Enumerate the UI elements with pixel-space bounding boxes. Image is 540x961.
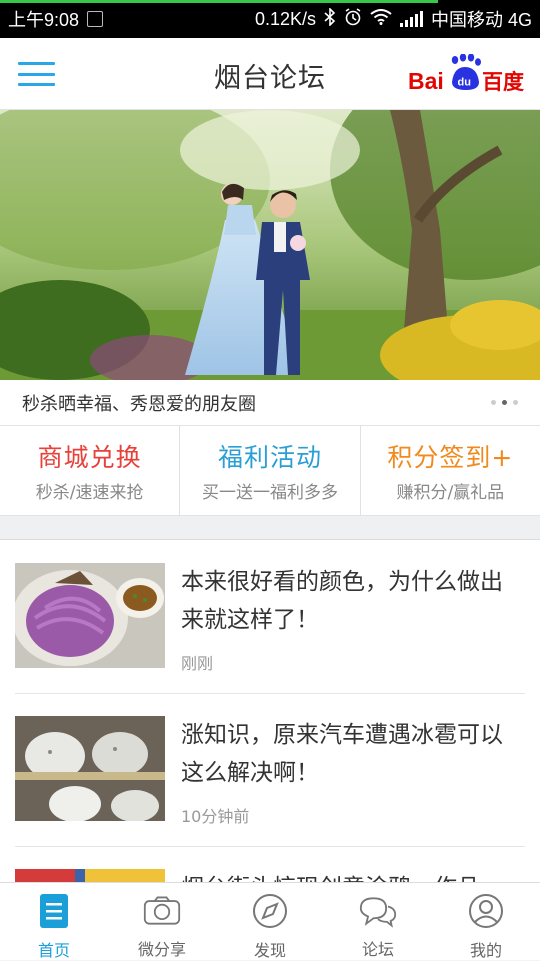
quick-entry-subtitle: 买一送一福利多多 — [201, 483, 338, 503]
quick-entry-title: 商城兑换 — [37, 443, 142, 472]
feed-item[interactable]: 涨知识，原来汽车遭遇冰雹可以这么解决啊！ 10分钟前 — [15, 716, 525, 847]
feed-item[interactable]: 本来很好看的颜色，为什么做出来就这样了！ 刚刚 — [15, 563, 525, 694]
quick-entries: 商城兑换 秒杀/速速来抢 福利活动 买一送一福利多多 积分签到+ 赚积分/赢礼品 — [0, 426, 540, 516]
nav-label: 微分享 — [137, 940, 186, 959]
feed-time: 刚刚 — [181, 654, 214, 673]
baidu-logo[interactable]: Bai du 百度 — [408, 54, 528, 94]
nav-profile[interactable]: 我的 — [432, 883, 540, 960]
feed-divider — [15, 693, 525, 694]
signal-icon — [399, 11, 423, 27]
nav-label: 发现 — [253, 941, 286, 960]
feed-thumbnail-hailstones — [15, 716, 165, 821]
carousel-dot — [513, 400, 518, 405]
nav-discover[interactable]: 发现 — [216, 883, 324, 960]
user-icon — [467, 893, 505, 929]
carrier-label: 中国移动 4G — [430, 10, 532, 30]
home-doc-icon — [35, 893, 73, 929]
feed-time: 10分钟前 — [181, 807, 250, 826]
quick-entry-subtitle: 秒杀/速速来抢 — [35, 483, 144, 503]
bottom-navigation: 首页 微分享 发现 论坛 我的 — [0, 882, 540, 960]
svg-text:百度: 百度 — [482, 70, 524, 94]
nav-forum[interactable]: 论坛 — [324, 883, 432, 960]
quick-entry-title: 福利活动 — [217, 443, 322, 472]
feed-headline: 本来很好看的颜色，为什么做出来就这样了！ — [181, 569, 503, 633]
nav-label: 首页 — [37, 941, 70, 960]
feed-item[interactable]: 烟台街头惊现创意涂鸦，作品 — [15, 869, 525, 882]
quick-entry-title: 积分签到+ — [387, 443, 514, 472]
feed-thumbnail-partial — [15, 869, 165, 882]
banner-caption: 秒杀晒幸福、秀恩爱的朋友圈 — [22, 393, 256, 415]
status-time: 上午9:08 — [8, 10, 80, 30]
nav-label: 我的 — [469, 941, 502, 960]
camera-icon — [143, 893, 181, 928]
app-header: 烟台论坛 Bai du 百度 — [0, 38, 540, 110]
carousel-dot — [491, 400, 496, 405]
status-bar: 上午9:08 0.12K/s 中国移动 4G — [0, 0, 540, 38]
feed-divider — [15, 846, 525, 847]
news-feed: 本来很好看的颜色，为什么做出来就这样了！ 刚刚 涨知识，原来汽车遭遇冰雹可以这么… — [0, 540, 540, 882]
feed-headline: 烟台街头惊现创意涂鸦，作品 — [181, 869, 525, 882]
nav-label: 论坛 — [361, 940, 394, 959]
feed-thumbnail-noodles — [15, 563, 165, 668]
quick-entry-welfare[interactable]: 福利活动 买一送一福利多多 — [180, 426, 361, 515]
nav-share[interactable]: 微分享 — [108, 883, 216, 960]
svg-text:Bai: Bai — [408, 68, 444, 94]
carousel-dots — [491, 400, 518, 405]
section-divider — [0, 516, 540, 540]
chat-bubbles-icon — [359, 893, 397, 928]
status-progress-line — [0, 0, 438, 3]
quick-entry-checkin[interactable]: 积分签到+ 赚积分/赢礼品 — [361, 426, 540, 515]
quick-entry-mall[interactable]: 商城兑换 秒杀/速速来抢 — [0, 426, 181, 515]
notification-icon — [87, 11, 104, 27]
feed-headline: 涨知识，原来汽车遭遇冰雹可以这么解决啊！ — [181, 722, 503, 786]
banner-caption-bar[interactable]: 秒杀晒幸福、秀恩爱的朋友圈 — [0, 380, 540, 426]
alarm-icon — [344, 7, 362, 31]
network-speed: 0.12K/s — [254, 8, 316, 29]
quick-entry-subtitle: 赚积分/赢礼品 — [396, 483, 505, 503]
banner-image[interactable] — [0, 110, 540, 380]
svg-text:du: du — [458, 77, 471, 89]
carousel-dot-active — [502, 400, 507, 405]
bluetooth-icon — [324, 6, 336, 31]
wedding-photo — [0, 110, 540, 380]
nav-home[interactable]: 首页 — [0, 883, 108, 960]
compass-icon — [251, 893, 289, 929]
wifi-icon — [370, 8, 392, 30]
